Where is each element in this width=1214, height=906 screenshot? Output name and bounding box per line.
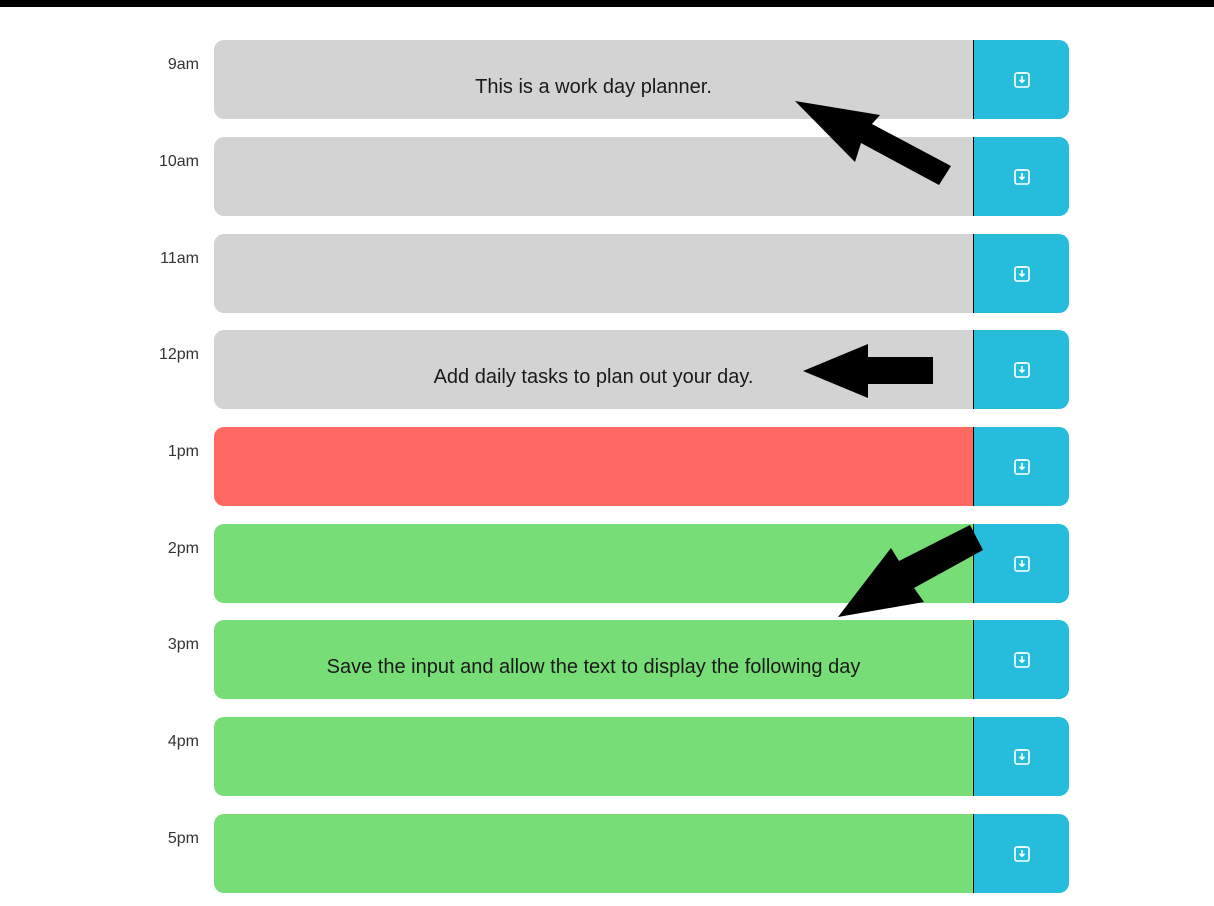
- save-icon: [1013, 555, 1030, 572]
- time-block-10am: 10am: [150, 137, 1070, 216]
- task-input[interactable]: [214, 137, 974, 216]
- task-input[interactable]: Add daily tasks to plan out your day.: [214, 330, 974, 409]
- time-block-5pm: 5pm: [150, 814, 1070, 893]
- save-button[interactable]: [974, 814, 1069, 893]
- save-button[interactable]: [974, 137, 1069, 216]
- time-block-1pm: 1pm: [150, 427, 1070, 506]
- time-block-2pm: 2pm: [150, 524, 1070, 603]
- hour-label: 4pm: [167, 733, 199, 750]
- save-button[interactable]: [974, 40, 1069, 119]
- save-icon: [1013, 265, 1030, 282]
- day-planner: 9am This is a work day planner. 10am 11a…: [0, 0, 1214, 906]
- time-block-11am: 11am: [150, 234, 1070, 313]
- hour-label: 3pm: [167, 636, 199, 653]
- task-input[interactable]: [214, 717, 974, 796]
- save-icon: [1013, 361, 1030, 378]
- hour-label: 9am: [167, 56, 199, 73]
- task-input[interactable]: [214, 814, 974, 893]
- save-button[interactable]: [974, 330, 1069, 409]
- task-input[interactable]: This is a work day planner.: [214, 40, 974, 119]
- time-block-4pm: 4pm: [150, 717, 1070, 796]
- hour-label: 11am: [160, 250, 199, 267]
- save-icon: [1013, 458, 1030, 475]
- task-input[interactable]: Save the input and allow the text to dis…: [214, 620, 974, 699]
- save-button[interactable]: [974, 717, 1069, 796]
- hour-label: 5pm: [167, 830, 199, 847]
- save-icon: [1013, 748, 1030, 765]
- task-input[interactable]: [214, 427, 974, 506]
- save-button[interactable]: [974, 524, 1069, 603]
- save-icon: [1013, 71, 1030, 88]
- time-block-9am: 9am This is a work day planner.: [150, 40, 1070, 119]
- save-button[interactable]: [974, 427, 1069, 506]
- save-icon: [1013, 651, 1030, 668]
- save-icon: [1013, 845, 1030, 862]
- save-button[interactable]: [974, 620, 1069, 699]
- save-button[interactable]: [974, 234, 1069, 313]
- save-icon: [1013, 168, 1030, 185]
- task-input[interactable]: [214, 234, 974, 313]
- hour-label: 12pm: [158, 346, 199, 363]
- hour-label: 1pm: [167, 443, 199, 460]
- task-input[interactable]: [214, 524, 974, 603]
- time-block-3pm: 3pm Save the input and allow the text to…: [150, 620, 1070, 699]
- hour-label: 2pm: [167, 540, 199, 557]
- hour-label: 10am: [158, 153, 199, 170]
- time-block-12pm: 12pm Add daily tasks to plan out your da…: [150, 330, 1070, 409]
